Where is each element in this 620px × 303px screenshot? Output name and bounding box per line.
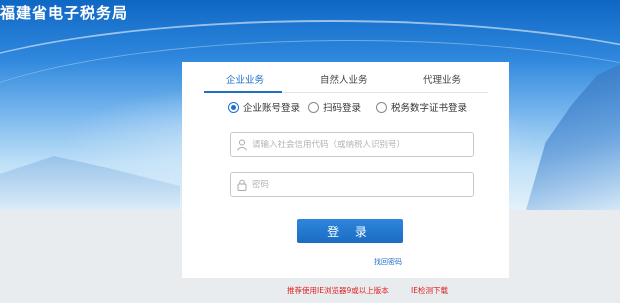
active-tab-indicator xyxy=(204,91,282,93)
lock-icon xyxy=(237,179,247,191)
tab-enterprise[interactable]: 企业业务 xyxy=(226,72,264,86)
radio-scan-login[interactable]: 扫码登录 xyxy=(308,100,361,114)
radio-label: 企业账号登录 xyxy=(243,103,301,114)
radio-checked-icon xyxy=(228,101,239,113)
radio-account-login[interactable]: 企业账号登录 xyxy=(228,100,300,114)
account-input[interactable] xyxy=(252,139,473,150)
login-mode-group: 企业账号登录 扫码登录 税务数字证书登录 xyxy=(182,100,509,116)
tab-individual[interactable]: 自然人业务 xyxy=(320,72,368,86)
radio-label: 扫码登录 xyxy=(323,103,362,114)
login-panel: 企业业务 自然人业务 代理业务 企业账号登录 扫码登录 税务数字证书登录 请输入… xyxy=(182,62,509,278)
login-button[interactable]: 登 录 xyxy=(297,219,403,243)
ie-check-download-link[interactable]: IE检测下载 xyxy=(411,285,448,296)
radio-unchecked-icon xyxy=(308,101,319,113)
radio-unchecked-icon xyxy=(376,101,387,113)
radio-label: 税务数字证书登录 xyxy=(391,103,468,114)
account-field[interactable] xyxy=(230,132,474,157)
user-icon xyxy=(237,139,247,151)
password-field[interactable] xyxy=(230,172,474,197)
radio-certificate-login[interactable]: 税务数字证书登录 xyxy=(376,100,467,114)
tab-agent[interactable]: 代理业务 xyxy=(423,72,461,86)
password-input[interactable] xyxy=(252,179,473,190)
site-title: 福建省电子税务局 xyxy=(0,4,129,22)
browser-recommendation: 推荐使用IE浏览器9或以上版本 xyxy=(287,286,389,295)
forgot-password-link[interactable]: 找回密码 xyxy=(374,257,402,267)
login-tabs: 企业业务 自然人业务 代理业务 xyxy=(182,62,509,93)
